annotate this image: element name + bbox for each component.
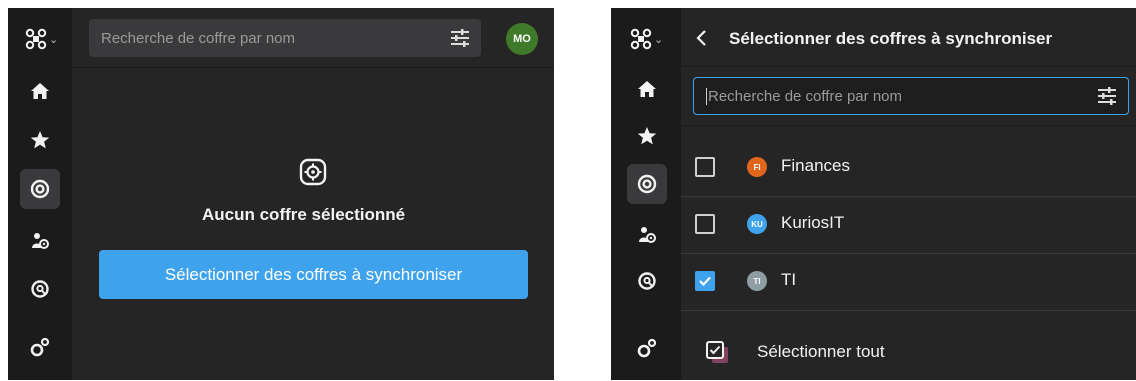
vault-checkbox[interactable] [695,214,715,234]
vault-name: TI [781,270,797,289]
vault-row-finances[interactable]: FI Finances [681,139,1136,197]
vault-avatar-icon: FI [747,157,767,177]
sidebar-item-search-vault[interactable] [25,274,55,304]
sidebar-rail: ⌄ [8,8,72,380]
sidebar-item-favorites[interactable] [632,121,662,151]
search-placeholder: Recherche de coffre par nom [706,87,902,105]
search-vault-icon [30,279,50,299]
home-icon [30,82,50,100]
search-input[interactable]: Recherche de coffre par nom [693,77,1129,115]
sidebar-item-users[interactable] [632,220,662,250]
settings-icon [29,336,51,358]
avatar[interactable]: MO [506,23,538,55]
select-all-label: Sélectionner tout [757,342,885,361]
vault-icon [637,174,657,194]
page-title: Sélectionner des coffres à synchroniser [729,29,1053,48]
header-divider [681,66,1136,67]
vault-sync-panel-select: ⌄ Sélectionner des coffres à synchronise… [611,8,1136,380]
empty-state-title: Aucun coffre sélectionné [202,205,406,224]
header-divider [72,67,554,68]
vault-sync-panel-empty: ⌄ Recherche de coffre par nom MO Aucun c… [8,8,554,380]
sidebar-item-vaults[interactable] [20,169,60,209]
sidebar-item-settings[interactable] [632,333,662,363]
search-vault-icon [637,271,657,291]
sidebar-item-users[interactable] [25,226,55,256]
filter-icon[interactable] [1096,87,1118,105]
sidebar-item-favorites[interactable] [25,125,55,155]
user-icon [637,225,657,245]
chevron-down-icon: ⌄ [49,33,59,46]
checkmark-icon [699,276,711,287]
settings-icon [636,337,658,359]
sidebar-item-home[interactable] [25,76,55,106]
star-icon [30,130,50,150]
vault-empty-icon [298,157,328,187]
vault-checkbox[interactable] [695,157,715,177]
search-input[interactable]: Recherche de coffre par nom [89,19,481,57]
sidebar-item-home[interactable] [632,74,662,104]
vault-icon [30,179,50,199]
vault-row-kuriosit[interactable]: KU KuriosIT [681,196,1136,254]
search-placeholder: Recherche de coffre par nom [101,29,295,47]
vault-name: Finances [781,156,850,175]
vault-avatar-icon: KU [747,214,767,234]
select-all-button[interactable]: Sélectionner tout [681,328,1136,380]
vault-avatar-icon: TI [747,271,767,291]
select-all-icon [705,340,731,366]
filter-icon[interactable] [449,29,471,47]
home-icon [637,80,657,98]
search-divider [681,125,1136,126]
app-logo-menu[interactable]: ⌄ [629,27,663,51]
sidebar-item-search-vault[interactable] [632,266,662,296]
select-vaults-button[interactable]: Sélectionner des coffres à synchroniser [99,250,528,299]
sidebar-item-vaults[interactable] [627,164,667,204]
logo-icon [629,27,653,51]
back-chevron-icon[interactable] [695,29,709,47]
star-icon [637,126,657,146]
logo-icon [24,27,48,51]
sidebar-item-settings[interactable] [25,332,55,362]
chevron-down-icon: ⌄ [654,33,664,46]
vault-name: KuriosIT [781,213,845,232]
user-icon [30,231,50,251]
sidebar-rail: ⌄ [611,8,681,380]
app-logo-menu[interactable]: ⌄ [24,27,58,51]
vault-row-ti[interactable]: TI TI [681,253,1136,311]
vault-checkbox-checked[interactable] [695,271,715,291]
